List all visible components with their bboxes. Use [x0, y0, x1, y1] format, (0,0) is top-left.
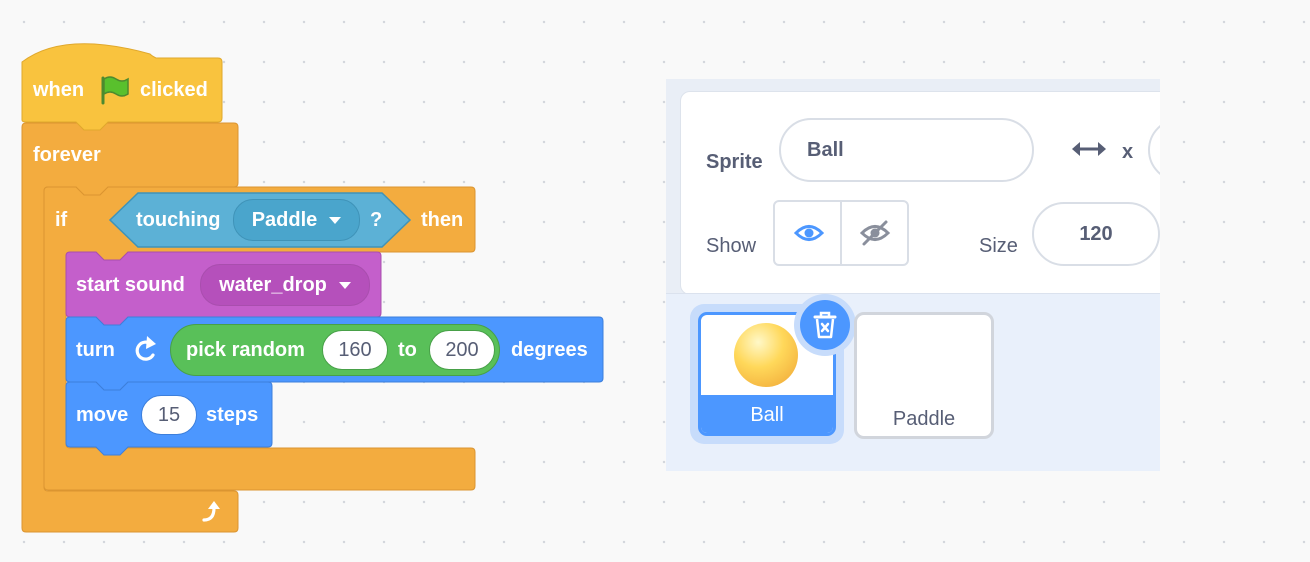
- turn-label: turn: [76, 339, 115, 361]
- touching-target-dropdown[interactable]: Paddle: [233, 199, 360, 241]
- if-label: if: [55, 209, 68, 231]
- sprite-list: Ball Paddle: [666, 293, 1160, 471]
- delete-sprite-button-face: [800, 300, 850, 350]
- eye-slash-icon: [859, 220, 891, 246]
- chevron-down-icon: [338, 281, 351, 289]
- sprite-pane: Sprite Ball x Show Size 120 Ball Paddle: [666, 79, 1160, 471]
- x-position-input[interactable]: [1148, 118, 1160, 182]
- steps-label: steps: [206, 404, 259, 426]
- sound-dropdown[interactable]: water_drop: [200, 264, 370, 306]
- x-label: x: [1122, 141, 1134, 163]
- size-label: Size: [979, 235, 1018, 257]
- question-mark-label: ?: [370, 209, 383, 231]
- sprite-info-panel: Sprite Ball x Show Size 120: [680, 91, 1160, 295]
- visibility-toggle: [773, 200, 909, 266]
- hide-sprite-button[interactable]: [842, 202, 907, 264]
- sprite-label: Sprite: [706, 151, 763, 173]
- show-sprite-button[interactable]: [775, 202, 842, 264]
- chevron-down-icon: [329, 216, 342, 224]
- forever-label: forever: [33, 144, 101, 166]
- degrees-label: degrees: [511, 339, 588, 361]
- to-label: to: [398, 339, 417, 361]
- start-sound-label: start sound: [76, 274, 185, 296]
- trash-icon: [813, 311, 837, 339]
- sprite-tile-ball-label: Ball: [701, 395, 833, 433]
- x-position-arrows-icon: [1072, 142, 1106, 156]
- eye-icon: [794, 225, 824, 241]
- show-label: Show: [706, 235, 757, 257]
- sound-value: water_drop: [219, 274, 327, 296]
- sprite-tile-paddle-label: Paddle: [892, 408, 956, 430]
- touching-target-value: Paddle: [251, 209, 318, 231]
- ball-sprite-thumbnail: [734, 323, 798, 387]
- sprite-tile-paddle[interactable]: Paddle: [854, 312, 994, 439]
- random-to-input[interactable]: 200: [429, 330, 495, 370]
- pick-random-label: pick random: [186, 339, 305, 361]
- move-steps-input[interactable]: 15: [141, 395, 197, 435]
- random-from-input[interactable]: 160: [322, 330, 388, 370]
- when-label: when: [33, 79, 85, 101]
- size-input[interactable]: 120: [1032, 202, 1160, 266]
- delete-sprite-button[interactable]: [794, 294, 856, 356]
- move-label: move: [76, 404, 129, 426]
- sprite-name-input[interactable]: Ball: [779, 118, 1034, 182]
- then-label: then: [421, 209, 464, 231]
- touching-label: touching: [136, 209, 221, 231]
- clicked-label: clicked: [140, 79, 208, 101]
